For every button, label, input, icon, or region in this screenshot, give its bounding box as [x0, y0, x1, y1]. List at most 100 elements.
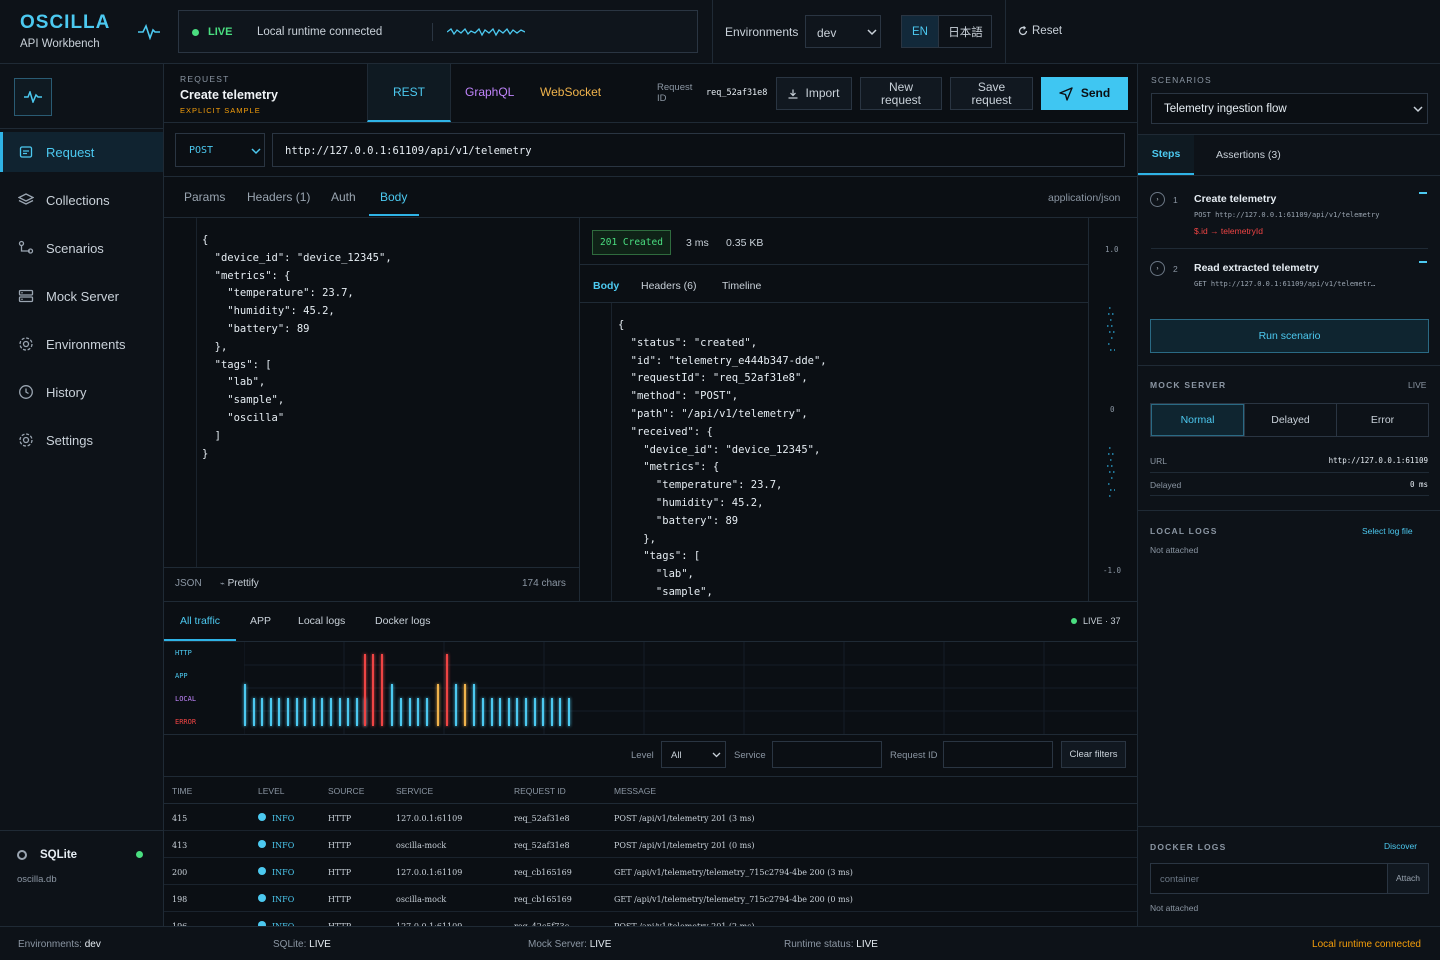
- send-button[interactable]: Send: [1041, 77, 1128, 110]
- response-time: 3 ms: [686, 237, 709, 249]
- code-line: "path": "/api/v1/telemetry",: [618, 407, 808, 420]
- new-request-button[interactable]: New request: [860, 77, 942, 110]
- sidebar-item-settings[interactable]: Settings: [0, 420, 163, 460]
- table-row[interactable]: 413 INFO HTTP oscilla-mock req_52af31e8 POST …: [164, 831, 1137, 858]
- table-row[interactable]: 415 INFO HTTP 127.0.0.1:61109 req_52af31e8 PO…: [164, 804, 1137, 831]
- tab-auth[interactable]: Auth: [331, 190, 356, 204]
- sidebar-item-history[interactable]: History: [0, 372, 163, 412]
- import-button[interactable]: Import: [776, 77, 852, 110]
- sidebar-item-collections[interactable]: Collections: [0, 180, 163, 220]
- pulse-icon: [138, 24, 160, 40]
- traffic-bar: [391, 684, 393, 726]
- cell-request-id: req_52af31e8: [514, 841, 570, 850]
- scenario-select[interactable]: Telemetry ingestion flow: [1151, 93, 1428, 124]
- lane-http-label: HTTP: [175, 649, 192, 657]
- sidebar-item-label: Settings: [46, 432, 93, 448]
- lang-ja-button[interactable]: 日本語: [938, 16, 992, 47]
- attach-button[interactable]: Attach: [1387, 863, 1429, 894]
- sidebar-item-mock-server[interactable]: Mock Server: [0, 276, 163, 316]
- tab-local-logs[interactable]: Local logs: [298, 615, 345, 627]
- code-line: "id": "telemetry_e444b347-dde",: [618, 354, 827, 367]
- cell-message: POST /api/v1/telemetry 201 (0 ms): [614, 841, 755, 850]
- method-select[interactable]: POST: [175, 133, 265, 167]
- database-icon: [17, 850, 27, 860]
- main-area: REQUEST Create telemetry EXPLICIT SAMPLE…: [164, 64, 1137, 926]
- select-log-file-link[interactable]: Select log file: [1362, 526, 1413, 536]
- container-input[interactable]: container: [1150, 863, 1387, 894]
- docker-logs-status: Not attached: [1150, 903, 1199, 913]
- traffic-bar: [516, 698, 519, 726]
- table-row[interactable]: 198 INFO HTTP oscilla-mock req_cb165169 GET /…: [164, 885, 1137, 912]
- traffic-bar: [482, 698, 484, 726]
- response-tab-headers[interactable]: Headers (6): [641, 280, 696, 292]
- cell-level: INFO: [272, 868, 295, 877]
- traffic-bar: [507, 698, 510, 726]
- col-time: TIME: [172, 786, 193, 796]
- tab-app[interactable]: APP: [250, 615, 271, 627]
- code-line: "tags": [: [618, 550, 701, 563]
- tab-body[interactable]: Body: [380, 190, 407, 204]
- live-panel: LIVE Local runtime connected: [178, 10, 698, 53]
- lang-en-button[interactable]: EN: [902, 16, 938, 47]
- save-request-button[interactable]: Save request: [950, 77, 1033, 110]
- request-id-filter-input[interactable]: [943, 741, 1053, 768]
- level-dot: [258, 840, 266, 848]
- tab-graphql[interactable]: GraphQL: [465, 85, 514, 99]
- prettify-button[interactable]: ⌁ Prettify: [220, 578, 259, 589]
- step-number: 1: [1173, 195, 1178, 205]
- mock-mode-switch: Normal Delayed Error: [1150, 403, 1429, 437]
- sidebar-item-request[interactable]: Request: [0, 132, 163, 172]
- mock-mode-error[interactable]: Error: [1336, 404, 1428, 436]
- container-placeholder: container: [1160, 874, 1200, 885]
- level-filter-select[interactable]: All: [661, 741, 726, 768]
- table-row[interactable]: 200 INFO HTTP 127.0.0.1:61109 req_cb165169 GE…: [164, 858, 1137, 885]
- step-title: Read extracted telemetry: [1194, 262, 1319, 274]
- scenario-step[interactable]: › 2 Read extracted telemetry GET http://…: [1138, 249, 1440, 309]
- table-row[interactable]: 196INFOHTTP127.0.0.1:61109req_42c5f73cPO…: [164, 912, 1137, 926]
- signal-wave-icon: [447, 27, 525, 37]
- clear-filters-button[interactable]: Clear filters: [1061, 741, 1126, 768]
- mock-mode-normal[interactable]: Normal: [1151, 404, 1244, 436]
- traffic-bar: [473, 684, 475, 726]
- run-scenario-button[interactable]: Run scenario: [1150, 319, 1429, 353]
- tab-assertions[interactable]: Assertions (3): [1216, 149, 1281, 161]
- scenarios-caption: SCENARIOS: [1151, 75, 1212, 85]
- live-label: LIVE: [208, 26, 233, 38]
- tab-docker-logs[interactable]: Docker logs: [375, 615, 430, 627]
- cell-level: INFO: [272, 814, 295, 823]
- reset-button[interactable]: Reset: [1018, 25, 1062, 37]
- environment-select[interactable]: dev: [805, 15, 881, 48]
- pulse-logo-button[interactable]: [14, 78, 52, 116]
- request-id-label: Request ID: [657, 82, 693, 104]
- cell-service: oscilla-mock: [396, 841, 447, 850]
- scope-trace: [1107, 307, 1115, 497]
- tab-all-traffic[interactable]: All traffic: [164, 602, 236, 641]
- request-body-editor[interactable]: { "device_id": "device_12345", "metrics"…: [164, 218, 579, 568]
- db-status-dot: [136, 851, 143, 858]
- url-input[interactable]: http://127.0.0.1:61109/api/v1/telemetry: [272, 133, 1125, 167]
- step-remove-icon[interactable]: [1419, 192, 1427, 194]
- tab-websocket[interactable]: WebSocket: [540, 85, 601, 99]
- tab-params[interactable]: Params: [184, 190, 225, 204]
- prettify-label: Prettify: [227, 578, 259, 589]
- traffic-bar: [464, 684, 466, 726]
- step-remove-icon[interactable]: [1419, 261, 1427, 263]
- code-line: "sample",: [618, 585, 713, 598]
- scenario-step[interactable]: › 1 Create telemetry POST http://127.0.0…: [1138, 176, 1440, 248]
- tab-rest[interactable]: REST: [367, 64, 451, 122]
- sidebar-item-environments[interactable]: Environments: [0, 324, 163, 364]
- cell-time: 200: [172, 868, 188, 877]
- code-line: "metrics": {: [202, 269, 291, 282]
- discover-link[interactable]: Discover: [1384, 841, 1417, 851]
- mock-mode-delayed[interactable]: Delayed: [1244, 404, 1336, 436]
- service-filter-input[interactable]: [772, 741, 882, 768]
- logs-table-header: TIME LEVEL SOURCE SERVICE REQUEST ID MES…: [164, 777, 1137, 804]
- code-line: "device_id": "device_12345",: [202, 251, 392, 264]
- response-tab-body[interactable]: Body: [593, 280, 619, 292]
- tab-headers[interactable]: Headers (1): [247, 190, 310, 204]
- chevron-down-icon: [251, 148, 261, 155]
- response-tab-timeline[interactable]: Timeline: [722, 280, 761, 292]
- tab-steps[interactable]: Steps: [1138, 135, 1194, 175]
- sidebar-item-scenarios[interactable]: Scenarios: [0, 228, 163, 268]
- send-label: Send: [1080, 86, 1111, 100]
